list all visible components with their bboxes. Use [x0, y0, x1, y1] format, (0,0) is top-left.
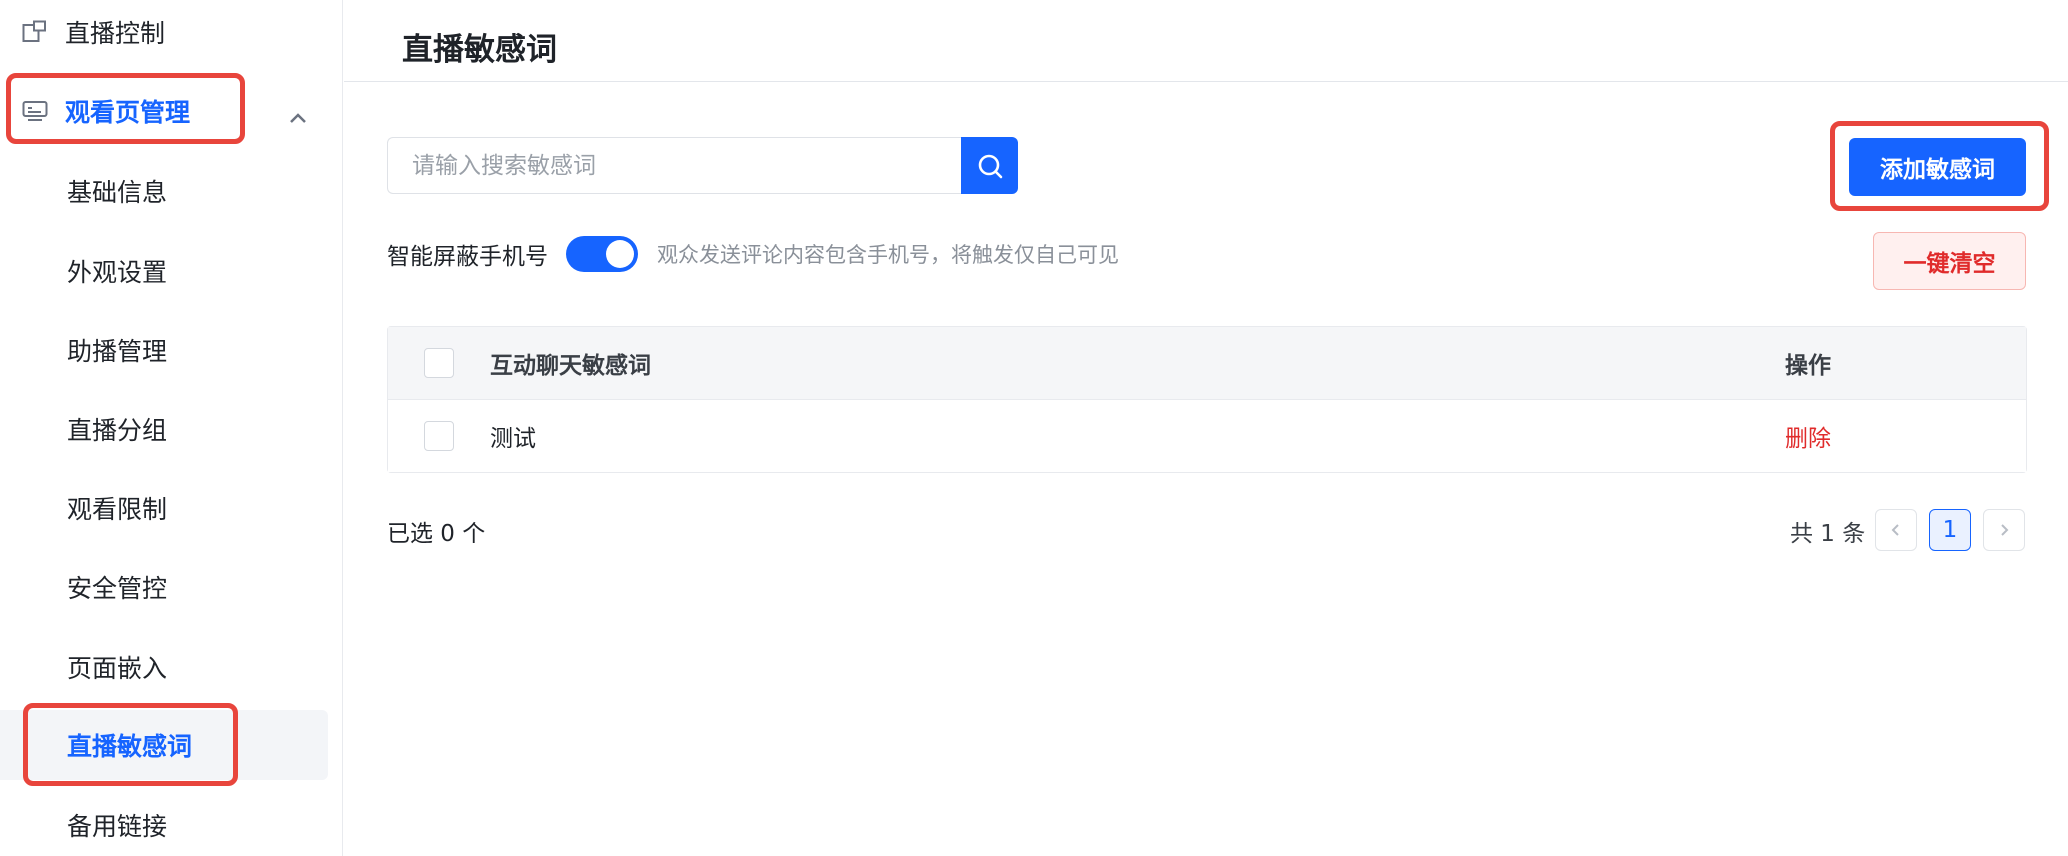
column-header-word: 互动聊天敏感词: [490, 353, 651, 379]
toggle-description: 观众发送评论内容包含手机号，将触发仅自己可见: [657, 243, 1119, 267]
sidebar-item-security[interactable]: 安全管控: [0, 552, 343, 622]
chevron-up-icon[interactable]: [289, 101, 307, 130]
sidebar-item-sensitive-words[interactable]: 直播敏感词: [0, 710, 328, 780]
live-control-icon: [21, 18, 49, 46]
search-button[interactable]: [961, 137, 1018, 194]
row-checkbox[interactable]: [424, 421, 454, 451]
toggle-label: 智能屏蔽手机号: [387, 244, 548, 270]
sidebar-item-embed[interactable]: 页面嵌入: [0, 632, 343, 702]
sidebar-item-label: 基础信息: [67, 178, 168, 207]
sidebar-item-label: 安全管控: [67, 574, 168, 603]
sidebar-item-label: 观看页管理: [65, 98, 191, 127]
sensitive-word-table: 互动聊天敏感词 操作 测试 删除: [387, 326, 2027, 473]
sidebar-item-label: 助播管理: [67, 337, 168, 366]
search-input[interactable]: [387, 137, 961, 194]
sidebar-item-label: 直播分组: [67, 416, 168, 445]
prev-page-button[interactable]: [1875, 509, 1917, 551]
sidebar-item-label: 观看限制: [67, 495, 168, 524]
table-header: 互动聊天敏感词 操作: [388, 327, 2026, 400]
sidebar-item-backup-link[interactable]: 备用链接: [0, 790, 343, 856]
sidebar-item-watch-page[interactable]: 观看页管理: [0, 76, 343, 146]
sidebar-item-label: 直播敏感词: [67, 732, 193, 761]
sidebar-item-assistant[interactable]: 助播管理: [0, 315, 343, 385]
next-page-button[interactable]: [1983, 509, 2025, 551]
selected-count: 已选 0 个: [387, 521, 486, 547]
watch-page-icon: [21, 97, 49, 125]
clear-all-button[interactable]: 一键清空: [1873, 232, 2026, 290]
chevron-right-icon: [2001, 524, 2009, 536]
sidebar-item-label: 备用链接: [67, 812, 168, 841]
delete-link[interactable]: 删除: [1785, 419, 1831, 453]
sidebar-item-live-control[interactable]: 直播控制: [0, 0, 343, 67]
search-icon: [978, 154, 1002, 178]
sidebar-item-basic-info[interactable]: 基础信息: [0, 156, 343, 226]
page-header: 直播敏感词: [344, 0, 2068, 82]
table-row: 测试 删除: [388, 400, 2026, 472]
phone-mask-setting: 智能屏蔽手机号 观众发送评论内容包含手机号，将触发仅自己可见: [387, 236, 1119, 272]
page-title: 直播敏感词: [402, 32, 557, 68]
sidebar: 直播控制 观看页管理 基础信息 外观设置 助播管理 直播分组 观看限制 安全管控…: [0, 0, 343, 856]
word-cell: 测试: [490, 426, 536, 452]
sidebar-item-appearance[interactable]: 外观设置: [0, 236, 343, 306]
sidebar-item-restriction[interactable]: 观看限制: [0, 473, 343, 543]
search-bar: [387, 137, 1018, 194]
chevron-left-icon: [1891, 524, 1899, 536]
add-sensitive-word-button[interactable]: 添加敏感词: [1849, 138, 2026, 196]
sidebar-item-label: 页面嵌入: [67, 654, 168, 683]
phone-mask-toggle[interactable]: [566, 236, 638, 272]
sidebar-item-label: 外观设置: [67, 258, 168, 287]
select-all-checkbox[interactable]: [424, 348, 454, 378]
sidebar-item-group[interactable]: 直播分组: [0, 394, 343, 464]
sidebar-item-label: 直播控制: [65, 19, 166, 48]
column-header-action: 操作: [1785, 353, 1831, 379]
toggle-knob: [606, 240, 634, 268]
page-1-button[interactable]: 1: [1929, 509, 1971, 551]
total-count: 共 1 条: [1790, 521, 1866, 547]
